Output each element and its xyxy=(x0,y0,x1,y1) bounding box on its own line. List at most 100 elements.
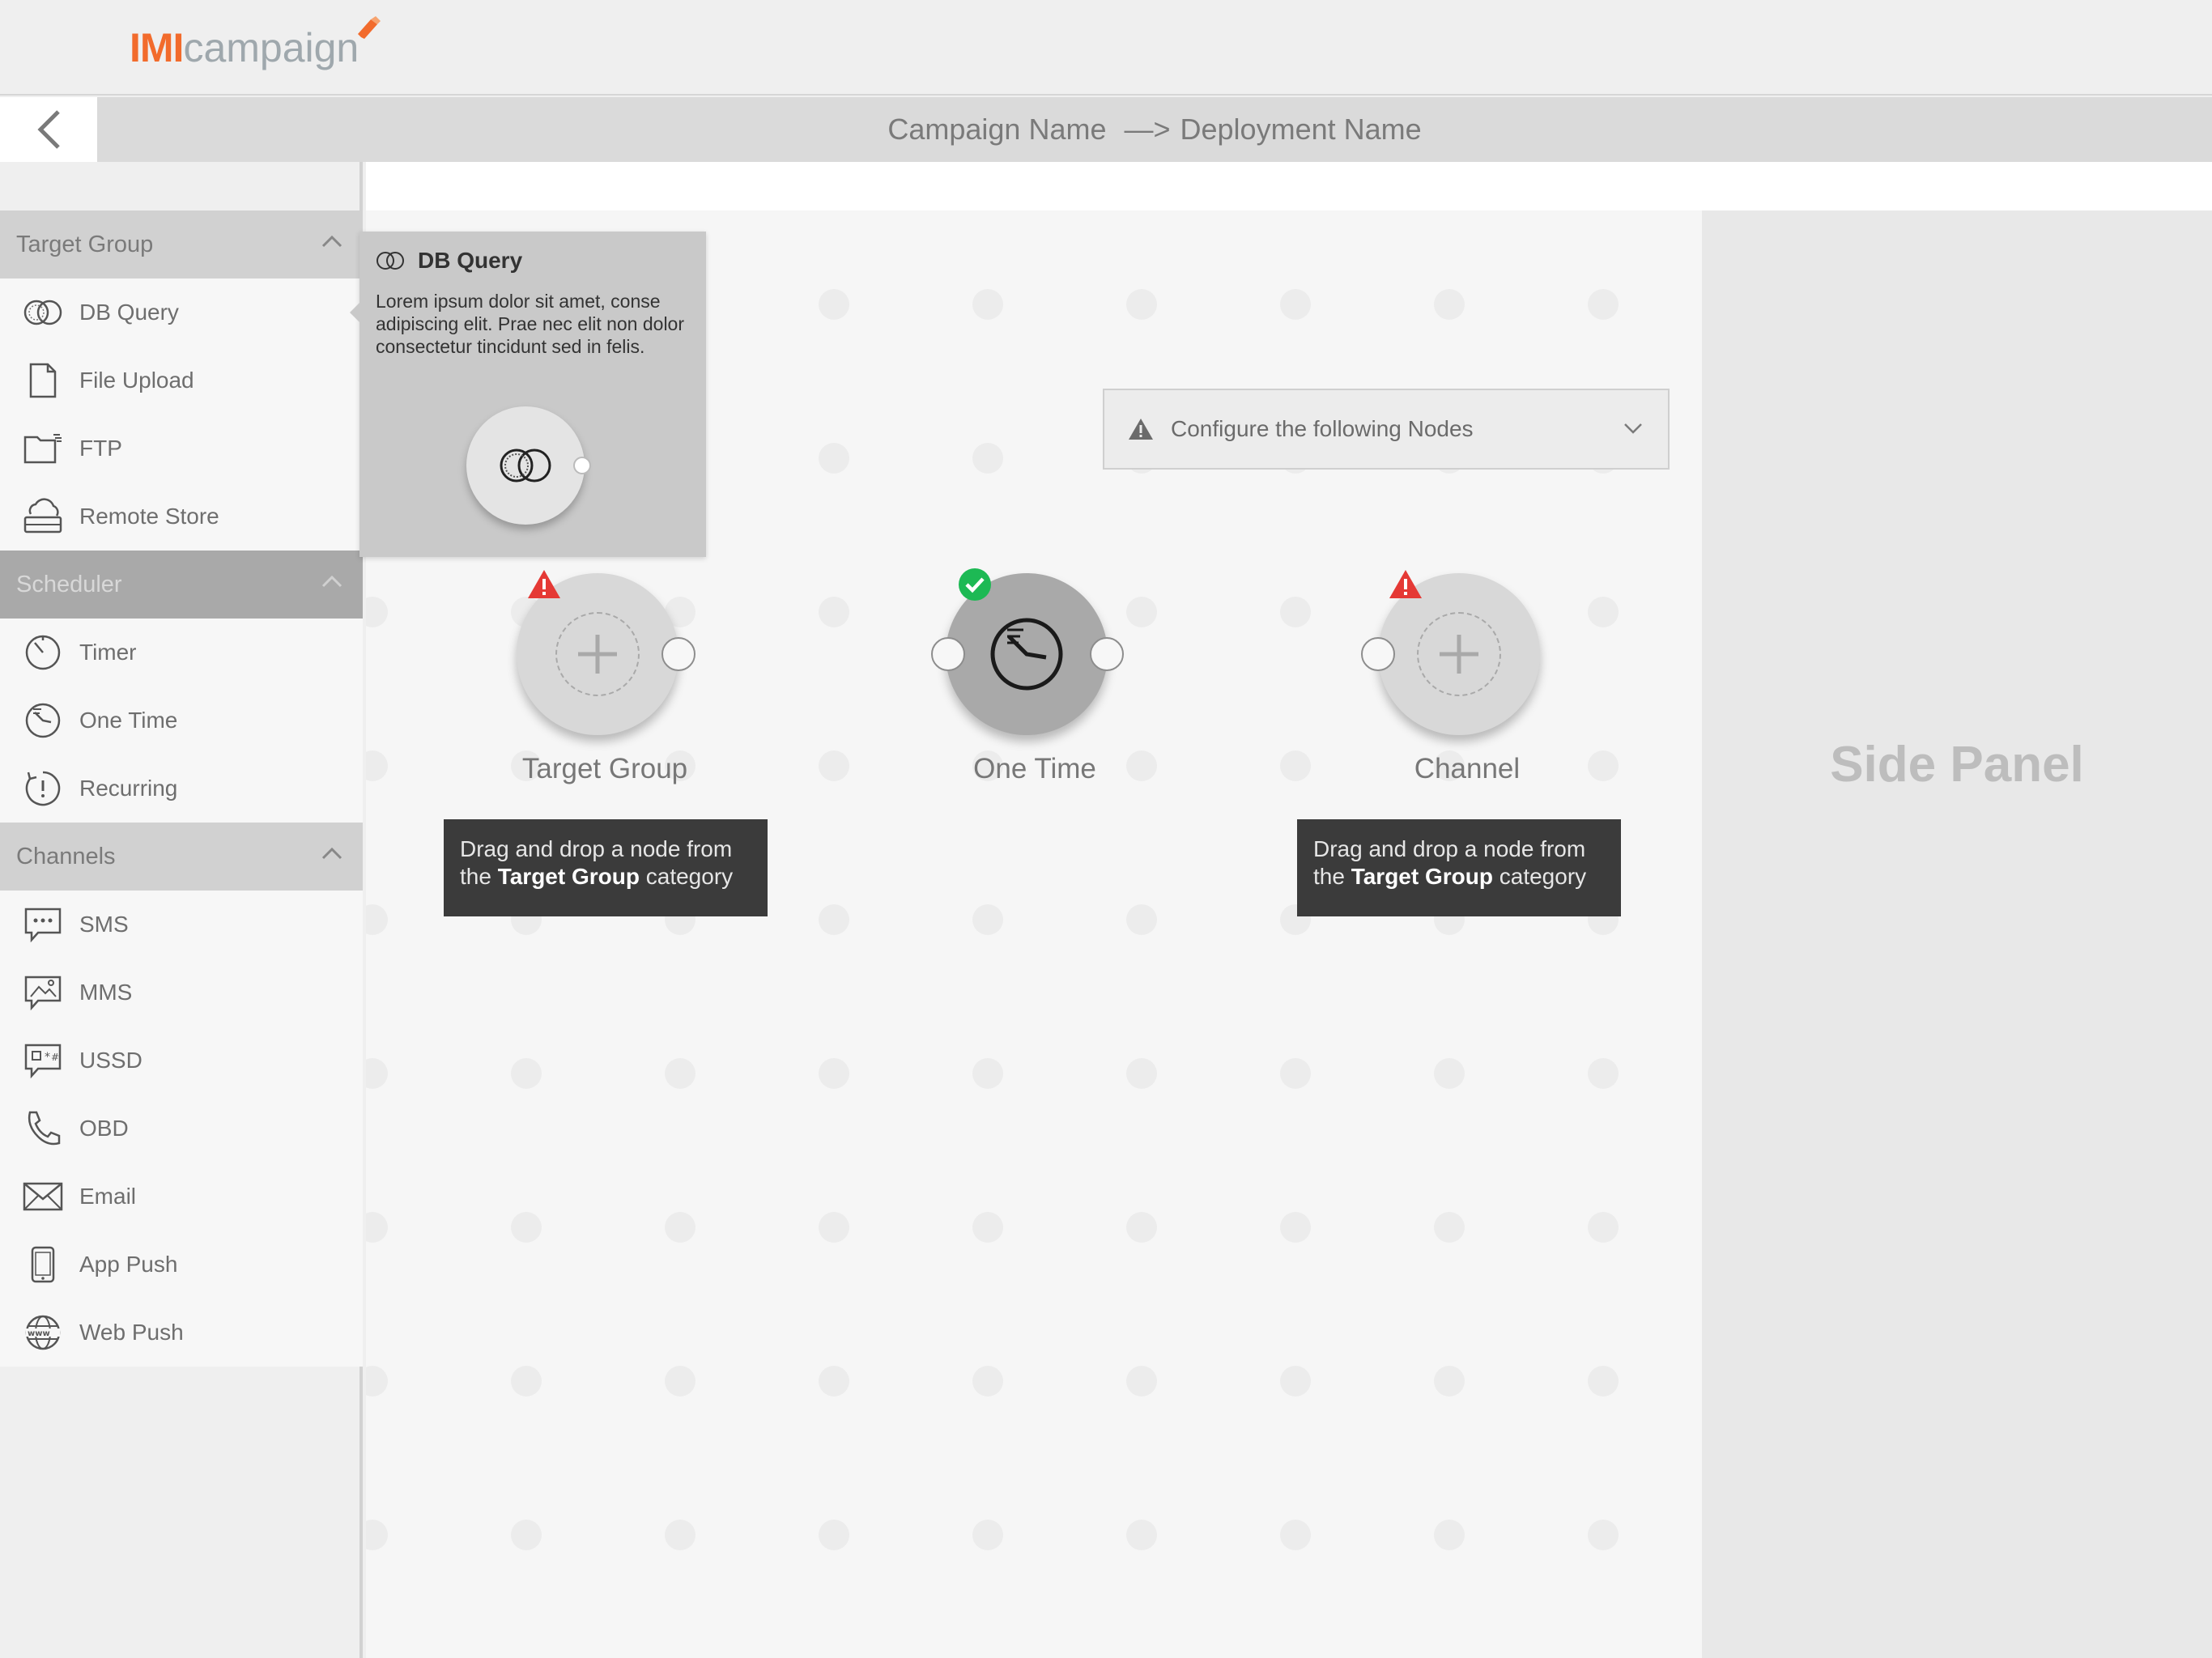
grid-dot xyxy=(819,904,849,935)
output-port[interactable] xyxy=(1090,637,1124,671)
grid-dot xyxy=(972,904,1003,935)
section-title: Channels xyxy=(16,843,116,869)
cloud-storage-icon xyxy=(21,495,65,538)
email-icon xyxy=(21,1175,65,1218)
grid-dot xyxy=(1126,1366,1157,1397)
sidebar-item-app-push[interactable]: App Push xyxy=(0,1231,363,1299)
node-label: Channel xyxy=(1414,753,1521,784)
sidebar-item-ftp[interactable]: FTP xyxy=(0,414,363,483)
card-title-text: DB Query xyxy=(418,248,523,273)
hint-text-suffix: category xyxy=(639,864,734,889)
file-icon xyxy=(21,359,65,402)
grid-dot xyxy=(366,1366,388,1397)
grid-dot xyxy=(366,1520,388,1550)
grid-dot xyxy=(665,1366,696,1397)
db-query-icon xyxy=(21,291,65,334)
sms-icon xyxy=(21,903,65,946)
sidebar-item-label: Web Push xyxy=(79,1320,184,1345)
hint-text-suffix: category xyxy=(1492,864,1587,889)
add-node-placeholder[interactable] xyxy=(1417,612,1501,696)
grid-dot xyxy=(1126,1212,1157,1243)
logo-brand-secondary: campaign xyxy=(183,25,359,70)
app-header: IMIcampaign xyxy=(0,0,2212,96)
add-node-placeholder[interactable] xyxy=(555,612,640,696)
sidebar-item-ussd[interactable]: * # USSD xyxy=(0,1027,363,1095)
sidebar-item-recurring[interactable]: Recurring xyxy=(0,755,363,823)
grid-dot xyxy=(1588,289,1619,320)
grid-dot xyxy=(665,1058,696,1089)
grid-dot xyxy=(366,750,388,781)
grid-dot xyxy=(1434,1058,1465,1089)
grid-dot xyxy=(366,597,388,627)
sidebar-item-remote-store[interactable]: Remote Store xyxy=(0,483,363,551)
imi-campaign-logo[interactable]: IMIcampaign xyxy=(130,24,359,81)
sidebar-item-timer[interactable]: Timer xyxy=(0,619,363,687)
hint-bold-category: Target Group xyxy=(1351,864,1493,889)
sidebar-item-file-upload[interactable]: File Upload xyxy=(0,346,363,414)
ussd-icon: * # xyxy=(21,1039,65,1082)
section-header-channels[interactable]: Channels xyxy=(0,823,363,891)
grid-dot xyxy=(1280,1520,1311,1550)
grid-dot xyxy=(511,1212,542,1243)
target-group-list: DB Query File Upload FTP Remote Store xyxy=(0,278,363,551)
ftp-folder-icon xyxy=(21,427,65,470)
grid-dot xyxy=(819,1366,849,1397)
grid-dot xyxy=(366,1058,388,1089)
grid-dot xyxy=(1588,1366,1619,1397)
grid-dot xyxy=(1434,1212,1465,1243)
breadcrumb-title-bar: Campaign Name —> Deployment Name xyxy=(97,97,2212,162)
side-panel[interactable]: Side Panel xyxy=(1702,210,2212,1658)
sidebar-item-label: FTP xyxy=(79,436,122,461)
sidebar-item-label: OBD xyxy=(79,1116,129,1141)
grid-dot xyxy=(1126,904,1157,935)
plus-icon xyxy=(1440,635,1478,674)
svg-text:www: www xyxy=(28,1329,50,1338)
grid-dot xyxy=(1588,1058,1619,1089)
sidebar-item-one-time[interactable]: One Time xyxy=(0,687,363,755)
grid-dot xyxy=(665,1212,696,1243)
mobile-icon xyxy=(21,1243,65,1286)
card-pointer xyxy=(350,303,359,322)
sidebar-item-label: One Time xyxy=(79,708,178,733)
svg-text:#: # xyxy=(51,1052,59,1063)
sidebar-item-db-query[interactable]: DB Query xyxy=(0,278,363,346)
input-port[interactable] xyxy=(1361,637,1395,671)
drag-drop-hint: Drag and drop a node from the Target Gro… xyxy=(1297,819,1621,916)
sidebar-item-label: App Push xyxy=(79,1252,178,1277)
grid-dot xyxy=(511,1520,542,1550)
chevron-up-icon xyxy=(321,235,342,248)
grid-dot xyxy=(819,1058,849,1089)
node-label: Target Group xyxy=(521,753,688,784)
success-check-badge-icon xyxy=(959,568,991,601)
input-port[interactable] xyxy=(931,637,965,671)
hint-bold-category: Target Group xyxy=(497,864,640,889)
sidebar-item-mms[interactable]: MMS xyxy=(0,959,363,1027)
drag-drop-hint: Drag and drop a node from the Target Gro… xyxy=(444,819,768,916)
section-header-scheduler[interactable]: Scheduler xyxy=(0,551,363,619)
grid-dot xyxy=(1280,750,1311,781)
scheduler-list: Timer One Time Recurring xyxy=(0,619,363,823)
sidebar-item-label: Email xyxy=(79,1184,137,1209)
phone-icon xyxy=(21,1107,65,1150)
db-query-icon xyxy=(376,252,404,270)
output-port[interactable] xyxy=(661,637,696,671)
grid-dot xyxy=(1126,597,1157,627)
grid-dot xyxy=(1434,1366,1465,1397)
grid-dot xyxy=(1280,1058,1311,1089)
sidebar-item-label: MMS xyxy=(79,980,133,1005)
grid-dot xyxy=(819,1520,849,1550)
grid-dot xyxy=(1434,289,1465,320)
sidebar-item-web-push[interactable]: www Web Push xyxy=(0,1299,363,1367)
campaign-name[interactable]: Campaign Name xyxy=(887,113,1106,147)
sidebar-item-email[interactable]: Email xyxy=(0,1163,363,1231)
grid-dot xyxy=(972,289,1003,320)
sidebar-item-sms[interactable]: SMS xyxy=(0,891,363,959)
sidebar-item-obd[interactable]: OBD xyxy=(0,1095,363,1163)
section-header-target-group[interactable]: Target Group xyxy=(0,210,363,278)
grid-dot xyxy=(819,750,849,781)
db-query-preview-card: DB Query Lorem ipsum dolor sit amet, con… xyxy=(350,232,706,557)
db-query-draggable-node[interactable] xyxy=(466,406,585,525)
grid-dot xyxy=(972,443,1003,474)
configure-nodes-dropdown[interactable]: Configure the following Nodes xyxy=(1103,389,1670,470)
back-button[interactable] xyxy=(0,97,97,162)
